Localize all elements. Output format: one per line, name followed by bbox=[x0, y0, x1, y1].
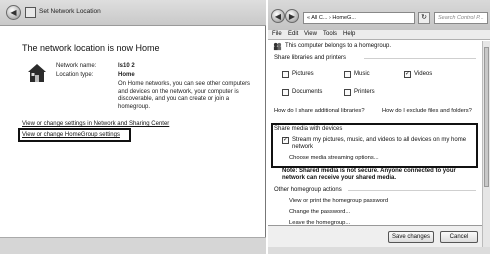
refresh-icon[interactable]: ↻ bbox=[418, 12, 430, 24]
network-name-label: Network name: bbox=[56, 63, 97, 69]
menu-file[interactable]: File bbox=[272, 31, 282, 37]
network-location-heading: The network location is now Home bbox=[22, 43, 160, 53]
exclude-files-link[interactable]: How do I exclude files and folders? bbox=[382, 108, 472, 114]
shared-media-note: Note: Shared media is not secure. Anyone… bbox=[282, 168, 456, 181]
section-divider bbox=[348, 190, 476, 191]
documents-label: Documents bbox=[292, 89, 323, 95]
search-input[interactable]: Search Control P... bbox=[434, 12, 488, 24]
stream-media-label: Stream my pictures, music, and videos to… bbox=[292, 137, 467, 150]
view-print-password-link[interactable]: View or print the homegroup password bbox=[289, 198, 388, 204]
back-button-icon[interactable]: ◀ bbox=[271, 9, 285, 23]
scrollbar-thumb[interactable] bbox=[484, 47, 489, 187]
section-divider bbox=[364, 58, 476, 59]
window-title: Set Network Location bbox=[39, 8, 101, 15]
cancel-button[interactable]: Cancel bbox=[440, 231, 478, 243]
home-network-description: On Home networks, you can see other comp… bbox=[118, 81, 251, 110]
printers-label: Printers bbox=[354, 89, 375, 95]
set-network-location-window: ◀ Set Network Location The network locat… bbox=[0, 0, 266, 254]
left-status-bar bbox=[0, 237, 266, 254]
location-type-value: Home bbox=[118, 72, 135, 78]
pictures-checkbox[interactable] bbox=[282, 71, 289, 78]
videos-checkbox[interactable]: ✓ bbox=[404, 71, 411, 78]
save-changes-button[interactable]: Save changes bbox=[388, 231, 434, 243]
share-media-heading: Share media with devices bbox=[274, 126, 343, 132]
homegroup-window: ◀ ▶ « All C... › HomeG... ↻ Search Contr… bbox=[268, 0, 490, 254]
menu-tools[interactable]: Tools bbox=[323, 31, 337, 37]
right-status-bar bbox=[268, 247, 490, 254]
back-arrow-icon[interactable]: ◀ bbox=[6, 5, 21, 20]
network-window-icon bbox=[25, 7, 36, 18]
music-label: Music bbox=[354, 71, 370, 77]
network-sharing-center-link[interactable]: View or change settings in Network and S… bbox=[22, 121, 169, 127]
dialog-button-bar: Save changes Cancel bbox=[268, 225, 482, 247]
home-network-icon bbox=[28, 64, 46, 82]
homegroup-content: This computer belongs to a homegroup. Sh… bbox=[268, 41, 482, 254]
share-additional-libraries-link[interactable]: How do I share additional libraries? bbox=[274, 108, 365, 114]
videos-label: Videos bbox=[414, 71, 433, 77]
printers-checkbox[interactable] bbox=[344, 89, 351, 96]
homegroup-membership-text: This computer belongs to a homegroup. bbox=[285, 43, 392, 49]
homegroup-icon bbox=[273, 42, 282, 51]
change-password-link[interactable]: Change the password... bbox=[289, 209, 350, 215]
pictures-label: Pictures bbox=[292, 71, 314, 77]
forward-button-icon[interactable]: ▶ bbox=[285, 9, 299, 23]
left-title-bar: ◀ Set Network Location bbox=[0, 0, 266, 26]
address-bar[interactable]: « All C... › HomeG... bbox=[303, 12, 415, 24]
media-streaming-options-link[interactable]: Choose media streaming options... bbox=[289, 155, 379, 161]
stream-media-checkbox[interactable]: ✓ bbox=[282, 137, 289, 144]
menu-view[interactable]: View bbox=[304, 31, 317, 37]
menu-help[interactable]: Help bbox=[343, 31, 355, 37]
other-actions-heading: Other homegroup actions bbox=[274, 187, 342, 193]
music-checkbox[interactable] bbox=[344, 71, 351, 78]
network-name-value: ls10 2 bbox=[118, 63, 135, 69]
right-title-bar: ◀ ▶ « All C... › HomeG... ↻ Search Contr… bbox=[268, 0, 490, 30]
menu-bar: File Edit View Tools Help bbox=[268, 30, 490, 40]
share-libraries-heading: Share libraries and printers bbox=[274, 55, 347, 61]
menu-edit[interactable]: Edit bbox=[288, 31, 298, 37]
homegroup-settings-link[interactable]: View or change HomeGroup settings bbox=[22, 132, 120, 138]
vertical-scrollbar[interactable] bbox=[482, 41, 490, 254]
location-type-label: Location type: bbox=[56, 72, 94, 78]
documents-checkbox[interactable] bbox=[282, 89, 289, 96]
